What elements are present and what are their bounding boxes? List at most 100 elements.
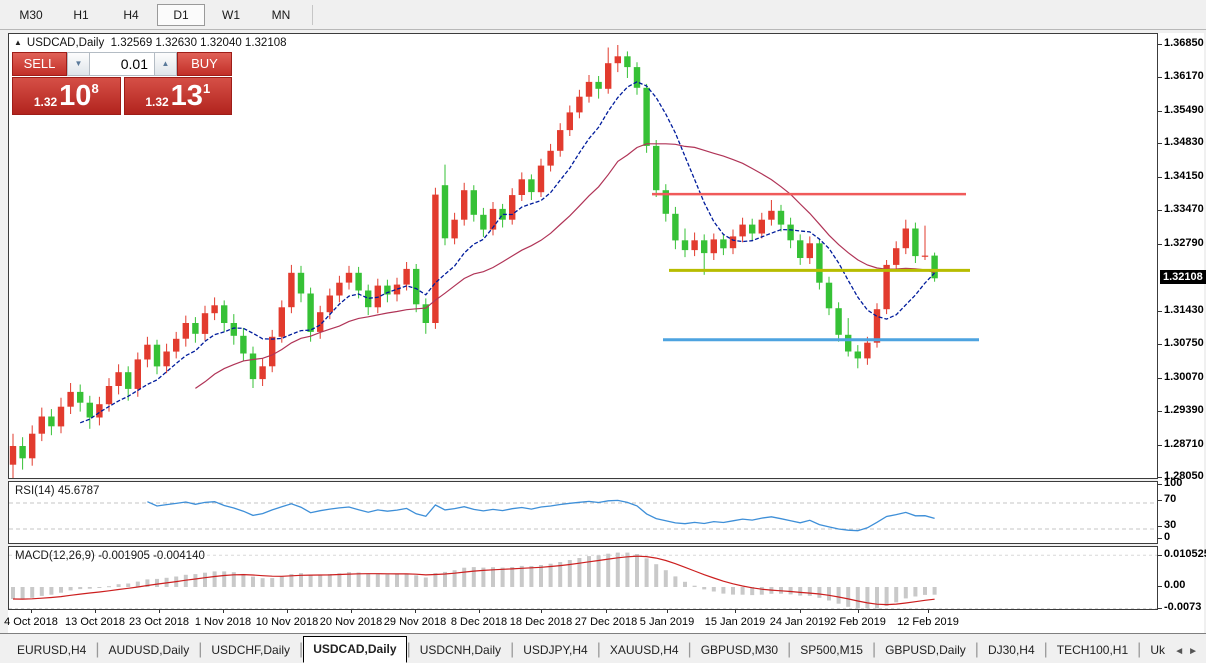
- axis-tick-mark: [1158, 77, 1162, 79]
- axis-tick-mark: [1158, 310, 1162, 312]
- date-tick-mark: [95, 610, 96, 613]
- timeframe-button-m30[interactable]: M30: [7, 4, 55, 26]
- sell-button[interactable]: SELL: [12, 52, 67, 76]
- macd-indicator-pane[interactable]: MACD(12,26,9) -0.001905 -0.004140: [8, 546, 1158, 610]
- price-axis-label: 1.30750: [1164, 337, 1204, 350]
- date-tick-mark: [541, 610, 542, 613]
- date-tick-mark: [606, 610, 607, 613]
- price-axis-label: 1.34150: [1164, 169, 1204, 182]
- volume-decrement-button[interactable]: ▼: [67, 52, 90, 76]
- sell-price-pips: 10: [59, 80, 92, 112]
- price-axis-label: 1.29390: [1164, 404, 1204, 417]
- date-tick-mark: [667, 610, 668, 613]
- date-tick-mark: [31, 610, 32, 613]
- toolbar-separator: [312, 4, 313, 25]
- date-axis-label: 5 Jan 2019: [639, 616, 695, 628]
- chart-tab-usdcad-daily[interactable]: USDCAD,Daily: [303, 636, 407, 663]
- timeframe-button-h1[interactable]: H1: [57, 4, 105, 26]
- chart-ohlc-values: 1.32569 1.32630 1.32040 1.32108: [110, 37, 287, 49]
- chart-tab-eurusd-h4[interactable]: EURUSD,H4: [8, 638, 95, 662]
- chart-tab-usdchf-daily[interactable]: USDCHF,Daily: [202, 638, 299, 662]
- chart-tab-xauusd-h4[interactable]: XAUUSD,H4: [601, 638, 688, 662]
- date-axis-label: 24 Jan 2019: [769, 616, 831, 628]
- timeframe-button-h4[interactable]: H4: [107, 4, 155, 26]
- chart-tab-audusd-daily[interactable]: AUDUSD,Daily: [100, 638, 199, 662]
- rsi-indicator-pane[interactable]: RSI(14) 45.6787: [8, 481, 1158, 544]
- volume-increment-button[interactable]: ▲: [154, 52, 177, 76]
- axis-tick-mark: [1158, 344, 1162, 346]
- date-tick-mark: [928, 610, 929, 613]
- price-axis: 1.36850 1.36170 1.35490 1.34830 1.34150 1.334…: [1158, 33, 1206, 633]
- timeframe-button-mn[interactable]: MN: [257, 4, 305, 26]
- axis-tick-mark: [1158, 143, 1162, 145]
- date-axis-label: 8 Dec 2018: [450, 616, 508, 628]
- axis-tick-mark: [1158, 526, 1162, 527]
- rsi-axis-label: 100: [1164, 477, 1183, 489]
- application-window: M30 H1 H4 D1 W1 MN ▲ USDCAD,Daily 1.32569 1.32…: [0, 0, 1206, 663]
- tab-scroll-arrows[interactable]: ◄►: [1174, 646, 1202, 657]
- price-axis-label: 1.30070: [1164, 370, 1204, 383]
- sell-price-point: 8: [91, 81, 99, 96]
- price-axis-label: 1.32790: [1164, 236, 1204, 249]
- macd-label: MACD(12,26,9) -0.001905 -0.004140: [15, 550, 205, 562]
- chart-tab-tech100-h1[interactable]: TECH100,H1: [1048, 638, 1137, 662]
- chart-tab-sp500-m15[interactable]: SP500,M15: [791, 638, 872, 662]
- chart-tab-gbpusd-daily[interactable]: GBPUSD,Daily: [876, 638, 975, 662]
- price-axis-label: 1.35490: [1164, 103, 1204, 116]
- collapse-arrow-icon[interactable]: ▲: [14, 38, 22, 47]
- chart-tab-usdjpy-h4[interactable]: USDJPY,H4: [514, 638, 596, 662]
- volume-input[interactable]: [90, 52, 154, 76]
- axis-tick-mark: [1158, 243, 1162, 245]
- date-tick-mark: [800, 610, 801, 613]
- axis-tick-mark: [1158, 411, 1162, 413]
- buy-button[interactable]: BUY: [177, 52, 232, 76]
- timeframe-toolbar: M30 H1 H4 D1 W1 MN: [0, 0, 1206, 30]
- price-axis-label: 1.36170: [1164, 70, 1204, 83]
- chart-tab-usdcnh-daily[interactable]: USDCNH,Daily: [411, 638, 510, 662]
- buy-price-button[interactable]: 1.32 13 1: [123, 77, 232, 115]
- date-axis-label: 18 Dec 2018: [509, 616, 573, 628]
- date-axis-label: 15 Jan 2019: [704, 616, 766, 628]
- timeframe-button-d1[interactable]: D1: [157, 3, 205, 26]
- timeframe-button-w1[interactable]: W1: [207, 4, 255, 26]
- sell-price-base: 1.32: [33, 95, 58, 109]
- macd-axis-label: 0.010525: [1164, 548, 1206, 560]
- current-price-tag: 1.32108: [1160, 270, 1206, 285]
- axis-tick-mark: [1158, 555, 1162, 556]
- macd-axis-label: -0.0073: [1164, 601, 1202, 613]
- chart-tab-gbpusd-m30[interactable]: GBPUSD,M30: [692, 638, 787, 662]
- rsi-canvas: [9, 499, 1157, 532]
- chart-symbol-label: USDCAD,Daily: [26, 37, 105, 49]
- chart-title: ▲ USDCAD,Daily 1.32569 1.32630 1.32040 1.…: [14, 37, 287, 49]
- date-axis-label: 10 Nov 2018: [255, 616, 319, 628]
- date-tick-mark: [479, 610, 480, 613]
- axis-tick-mark: [1158, 608, 1162, 609]
- one-click-trade-panel: SELL ▼ ▲ BUY 1.32 10 8 1.32 13 1: [12, 52, 232, 115]
- axis-tick-mark: [1158, 377, 1162, 379]
- axis-tick-mark: [1158, 484, 1162, 485]
- axis-tick-mark: [1158, 500, 1162, 501]
- symbol-tab-bar: EURUSD,H4 | AUDUSD,Daily | USDCHF,Daily | USDC…: [0, 633, 1206, 663]
- date-axis-label: 1 Nov 2018: [194, 616, 252, 628]
- date-tick-mark: [858, 610, 859, 613]
- date-axis-label: 20 Nov 2018: [319, 616, 383, 628]
- tab-scroll-right-icon[interactable]: ►: [1188, 646, 1202, 657]
- price-axis-label: 1.36850: [1164, 37, 1204, 49]
- chart-tab-dj30-h4[interactable]: DJ30,H4: [979, 638, 1044, 662]
- rsi-label: RSI(14) 45.6787: [15, 485, 100, 497]
- date-tick-mark: [351, 610, 352, 613]
- macd-axis-label: 0.00: [1164, 579, 1186, 591]
- date-axis-label: 27 Dec 2018: [574, 616, 638, 628]
- axis-tick-mark: [1158, 477, 1162, 478]
- date-tick-mark: [415, 610, 416, 613]
- axis-tick-mark: [1158, 44, 1162, 45]
- sell-price-button[interactable]: 1.32 10 8: [12, 77, 121, 115]
- chart-tab-uk[interactable]: Uk: [1141, 638, 1174, 662]
- axis-tick-mark: [1158, 176, 1162, 178]
- price-axis-label: 1.28710: [1164, 437, 1204, 450]
- date-tick-mark: [223, 610, 224, 613]
- tab-scroll-left-icon[interactable]: ◄: [1174, 646, 1188, 657]
- buy-price-base: 1.32: [145, 95, 169, 109]
- date-axis-label: 4 Oct 2018: [4, 616, 58, 628]
- price-axis-label: 1.34830: [1164, 136, 1204, 149]
